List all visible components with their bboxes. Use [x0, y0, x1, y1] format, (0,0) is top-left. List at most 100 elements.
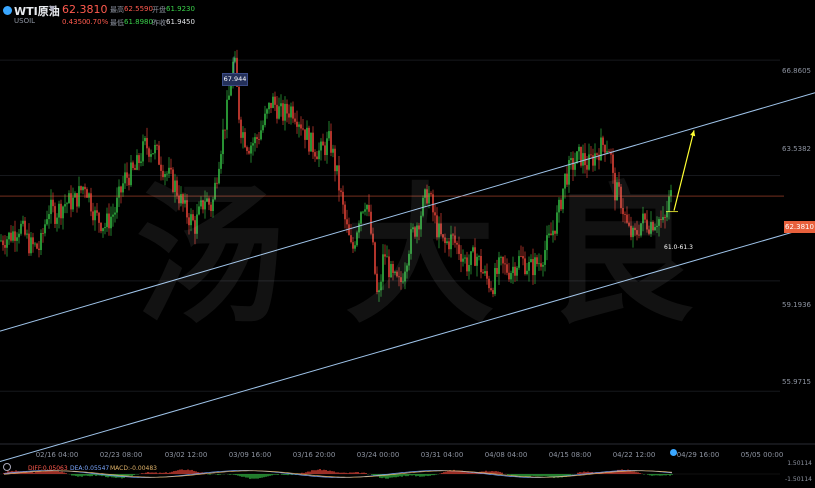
macd-bar [409, 474, 411, 476]
macd-bar [429, 474, 431, 476]
macd-bar [365, 472, 367, 474]
macd-bar [361, 472, 363, 474]
x-axis-label: 02/23 08:00 [99, 451, 143, 459]
macd-bar [255, 474, 257, 479]
x-axis-label: 04/15 08:00 [548, 451, 592, 459]
macd-bar [533, 474, 535, 477]
macd-bar [405, 474, 407, 477]
macd-bar [237, 474, 239, 476]
macd-bar [217, 474, 219, 475]
candle-body [538, 263, 540, 265]
low-value: 61.8980 [124, 18, 153, 26]
macd-bar [259, 474, 261, 478]
high-label: 最高 [110, 6, 124, 14]
macd-bar [501, 472, 503, 474]
candle-body [62, 206, 64, 219]
candle-body [330, 131, 332, 153]
candle-body [226, 99, 228, 130]
candle-body [284, 103, 286, 121]
macd-bar [545, 474, 547, 477]
candle-body [32, 237, 34, 245]
symbol-icon [3, 6, 12, 15]
macd-bar [155, 472, 157, 474]
macd-bar [353, 472, 355, 474]
candle-body [304, 129, 306, 140]
candle-body [506, 264, 508, 273]
gear-icon[interactable] [3, 463, 11, 471]
macd-bar [577, 472, 579, 474]
macd-bar [307, 471, 309, 474]
candle-body [34, 243, 36, 245]
macd-bar [281, 474, 283, 475]
candle-body [278, 106, 280, 119]
candle-body [500, 256, 502, 258]
candle-body [312, 132, 314, 153]
candle-body [290, 106, 292, 118]
macd-bar [177, 470, 179, 474]
macd-bar [495, 471, 497, 474]
macd-bar [145, 472, 147, 474]
macd-bar [651, 474, 653, 476]
macd-bar [333, 471, 335, 474]
macd-bar [133, 474, 135, 476]
candle-body [288, 113, 290, 118]
candle-body [98, 212, 100, 223]
candle-body [228, 95, 230, 100]
macd-bar [313, 470, 315, 474]
macd-bar [73, 474, 75, 476]
macd-bar [305, 472, 307, 474]
candle-body [322, 141, 324, 146]
macd-bar [269, 474, 271, 476]
open-value: 61.9230 [166, 5, 195, 13]
macd-bar [59, 471, 61, 474]
macd-bar [319, 468, 321, 474]
macd-bar [63, 472, 65, 474]
macd-bar [79, 474, 81, 477]
x-axis-label: 03/31 04:00 [420, 451, 464, 459]
macd-bar [667, 474, 669, 475]
y-axis-label: 59.1936 [782, 301, 811, 309]
candle-body [20, 223, 22, 234]
y-axis-label: 55.9715 [782, 378, 811, 386]
macd-bar [497, 471, 499, 474]
macd-bar [287, 474, 289, 476]
macd-bar [659, 474, 661, 476]
candle-body [266, 109, 268, 114]
candle-body [124, 172, 126, 184]
macd-bar [189, 470, 191, 474]
macd-bar [579, 472, 581, 474]
macd-bar [131, 474, 133, 477]
candle-body [10, 232, 12, 241]
macd-bar [181, 469, 183, 474]
macd-bar [303, 472, 305, 474]
macd-bar [167, 472, 169, 474]
candle-body [536, 257, 538, 265]
macd-bar [339, 472, 341, 474]
candle-body [30, 237, 32, 254]
macd-bar [331, 471, 333, 474]
open-label: 开盘 [152, 6, 166, 14]
candle-body [80, 186, 82, 191]
macd-bar [329, 470, 331, 474]
macd-bar [247, 474, 249, 478]
candle-body [502, 256, 504, 264]
macd-bar [509, 474, 511, 475]
macd-bar [537, 474, 539, 477]
peak-price-label: 67.944 [222, 73, 248, 86]
macd-bar [91, 474, 93, 477]
candle-body [302, 128, 304, 130]
candle-body [122, 183, 124, 193]
candle-body [46, 219, 48, 225]
macd-bar [241, 474, 243, 477]
candle-body [82, 186, 84, 191]
candle-body [50, 199, 52, 215]
candle-body [106, 213, 108, 228]
chevron-down-icon[interactable]: ▼ [49, 4, 55, 13]
macd-bar [71, 474, 73, 476]
macd-bar [445, 471, 447, 474]
macd-bar [465, 472, 467, 474]
candle-body [52, 199, 54, 207]
macd-bar [443, 472, 445, 474]
macd-bar [265, 474, 267, 477]
macd-bar [229, 474, 231, 475]
